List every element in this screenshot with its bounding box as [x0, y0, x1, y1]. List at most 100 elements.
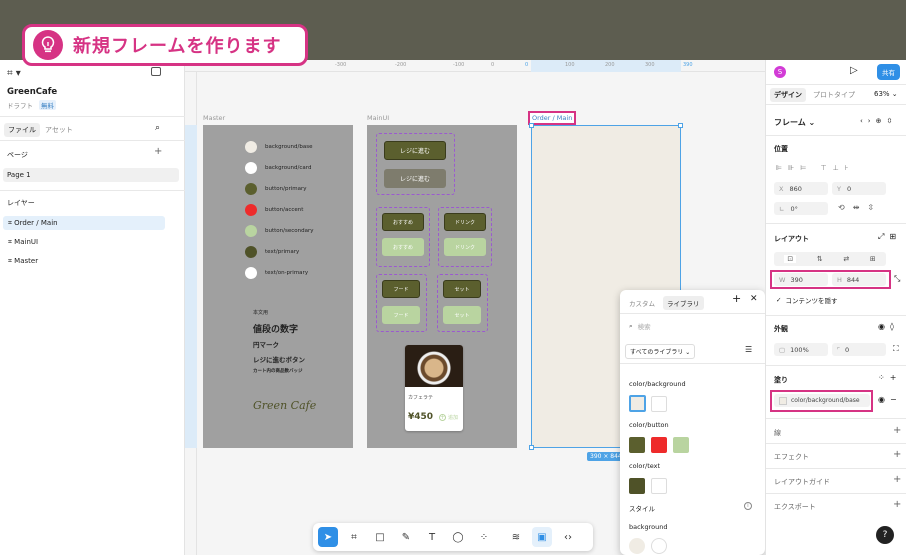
draw-mode-icon[interactable]: ≋ [506, 527, 526, 547]
color-style-swatch[interactable] [629, 395, 646, 412]
figma-menu-icon[interactable]: ⌗ ▾ [7, 68, 21, 79]
page-item[interactable]: Page 1 [3, 168, 179, 182]
canvas[interactable]: -300 -200 -100 0 0 100 200 300 390 Maste… [185, 60, 765, 555]
stroke-section[interactable]: 線 [774, 428, 781, 438]
checkout-button-disabled[interactable]: レジに進む [384, 169, 446, 188]
color-style-swatch[interactable] [651, 396, 667, 412]
resize-handle[interactable] [529, 445, 534, 450]
library-filter-dropdown[interactable]: すべてのライブラリ ⌄ [625, 344, 696, 359]
height-field[interactable]: H 844 [832, 273, 886, 286]
effects-section[interactable]: エフェクト [774, 452, 809, 462]
flip-icons[interactable]: ⟲⇹⇳ [838, 203, 882, 212]
fill-icons[interactable]: ⁘+ [878, 373, 901, 382]
add-page-icon[interactable]: + [154, 146, 162, 157]
color-style-swatch[interactable] [651, 478, 667, 494]
rectangle-tool-icon[interactable]: □ [370, 527, 390, 547]
resize-to-fit-icon[interactable]: ⤡ [894, 274, 900, 284]
freeform-icon[interactable]: ⊡ [784, 255, 797, 263]
tab-prototype[interactable]: プロトタイプ [813, 90, 855, 100]
category-set-button[interactable]: セット [443, 280, 481, 298]
opacity-field[interactable]: ▢ 100% [774, 343, 828, 356]
text-tool-icon[interactable]: T [422, 527, 442, 547]
layer-order-main[interactable]: ⌗ Order / Main [3, 216, 165, 230]
product-card[interactable]: カフェラテ ¥450 + 追加 [405, 345, 463, 431]
frame-master[interactable]: background/base background/card button/p… [203, 125, 353, 448]
color-style-swatch[interactable] [651, 437, 667, 453]
tab-files[interactable]: ファイル [4, 123, 40, 137]
tab-design[interactable]: デザイン [770, 88, 806, 102]
clip-content-checkbox[interactable]: ✓ コンテンツを隠す [776, 295, 837, 305]
layout-guide-section[interactable]: レイアウトガイド [774, 477, 830, 487]
add-stroke-icon[interactable]: + [893, 425, 901, 436]
color-style-swatch[interactable] [629, 478, 645, 494]
design-mode-icon[interactable]: ▣ [532, 527, 552, 547]
color-style-swatch[interactable] [629, 437, 645, 453]
frame-tools-icons[interactable]: ‹›⊕⇳ [860, 117, 897, 125]
category-food-button[interactable]: フード [382, 280, 420, 298]
add-layout-guide-icon[interactable]: + [893, 474, 901, 485]
category-food-button-alt[interactable]: フード [382, 306, 420, 324]
library-panel[interactable]: カスタム ライブラリ + ✕ ⌕ 検索 すべてのライブラリ ⌄ ☰ color/… [620, 290, 765, 555]
sidebar-toggle-icon[interactable] [151, 67, 161, 76]
layout-extra-icons[interactable]: ⤢⊞ [878, 232, 901, 242]
project-name[interactable]: GreenCafe [7, 87, 57, 97]
user-avatar[interactable]: S [774, 66, 786, 78]
horizontal-icon[interactable]: ⇄ [843, 255, 849, 263]
radius-field[interactable]: ⌜ 0 [832, 343, 886, 356]
pen-tool-icon[interactable]: ✎ [396, 527, 416, 547]
resize-handle[interactable] [529, 123, 534, 128]
frame-mainui[interactable]: レジに進む レジに進む おすすめ おすすめ ドリンク ドリンク フード フード … [367, 125, 517, 448]
appearance-icons[interactable]: ◉◊ [878, 322, 899, 331]
add-to-cart-button[interactable]: + 追加 [439, 414, 458, 421]
frame-type-dropdown[interactable]: フレーム ⌄ [774, 117, 815, 128]
grid-icon[interactable]: ⊞ [870, 255, 876, 263]
search-icon[interactable]: ⌕ [155, 123, 160, 133]
resize-handle[interactable] [678, 123, 683, 128]
add-export-icon[interactable]: + [893, 499, 901, 510]
add-icon[interactable]: + [732, 292, 741, 305]
library-search[interactable]: ⌕ 検索 [629, 321, 651, 332]
style-swatch[interactable] [629, 538, 645, 554]
dev-mode-icon[interactable]: ‹› [558, 527, 578, 547]
search-icon: ⌕ [629, 321, 633, 330]
add-effect-icon[interactable]: + [893, 449, 901, 460]
category-osusume-button-alt[interactable]: おすすめ [382, 238, 424, 256]
auto-layout-options[interactable]: ⊡ ⇅ ⇄ ⊞ [774, 252, 886, 266]
close-icon[interactable]: ✕ [750, 294, 758, 304]
width-field[interactable]: W 390 [774, 273, 828, 286]
frame-tool-icon[interactable]: ⌗ [344, 527, 364, 547]
move-tool-icon[interactable]: ➤ [318, 527, 338, 547]
y-field[interactable]: Y0 [832, 182, 886, 195]
tab-assets[interactable]: アセット [45, 125, 73, 135]
frame-label-master[interactable]: Master [203, 114, 225, 122]
layer-master[interactable]: ⌗ Master [8, 257, 38, 266]
x-field[interactable]: X 860 [774, 182, 828, 195]
layer-mainui[interactable]: ⌗ MainUI [8, 238, 38, 247]
category-osusume-button[interactable]: おすすめ [382, 213, 424, 231]
tab-library[interactable]: ライブラリ [663, 296, 704, 310]
help-button[interactable]: ? [876, 526, 894, 544]
category-set-button-alt[interactable]: セット [443, 306, 481, 324]
frame-label-order[interactable]: Order / Main [528, 111, 577, 125]
rotation-field[interactable]: ∟ 0° [774, 202, 828, 215]
zoom-level[interactable]: 63% ⌄ [874, 90, 898, 98]
category-drink-button-alt[interactable]: ドリンク [444, 238, 486, 256]
list-view-icon[interactable]: ☰ [745, 345, 752, 354]
present-play-icon[interactable]: ▷ [850, 65, 858, 76]
actions-tool-icon[interactable]: ⁘ [474, 527, 494, 547]
style-swatch[interactable] [651, 538, 667, 554]
fill-visibility-icons[interactable]: ◉− [878, 395, 902, 404]
info-icon[interactable]: i [744, 502, 752, 510]
export-section[interactable]: エクスポート [774, 502, 816, 512]
category-drink-button[interactable]: ドリンク [444, 213, 486, 231]
share-button[interactable]: 共有 [877, 64, 900, 80]
color-style-swatch[interactable] [673, 437, 689, 453]
checkout-button[interactable]: レジに進む [384, 141, 446, 160]
align-icons[interactable]: ⊫⊪⊨ ⊤⊥⊦ [776, 164, 854, 172]
tab-custom[interactable]: カスタム [629, 298, 655, 308]
comment-tool-icon[interactable]: ◯ [448, 527, 468, 547]
fill-style-field[interactable]: color/background/base [774, 394, 870, 407]
corner-expand-icon[interactable]: ⛶ [893, 344, 899, 354]
frame-label-mainui[interactable]: MainUI [367, 114, 389, 122]
vertical-icon[interactable]: ⇅ [817, 255, 823, 263]
